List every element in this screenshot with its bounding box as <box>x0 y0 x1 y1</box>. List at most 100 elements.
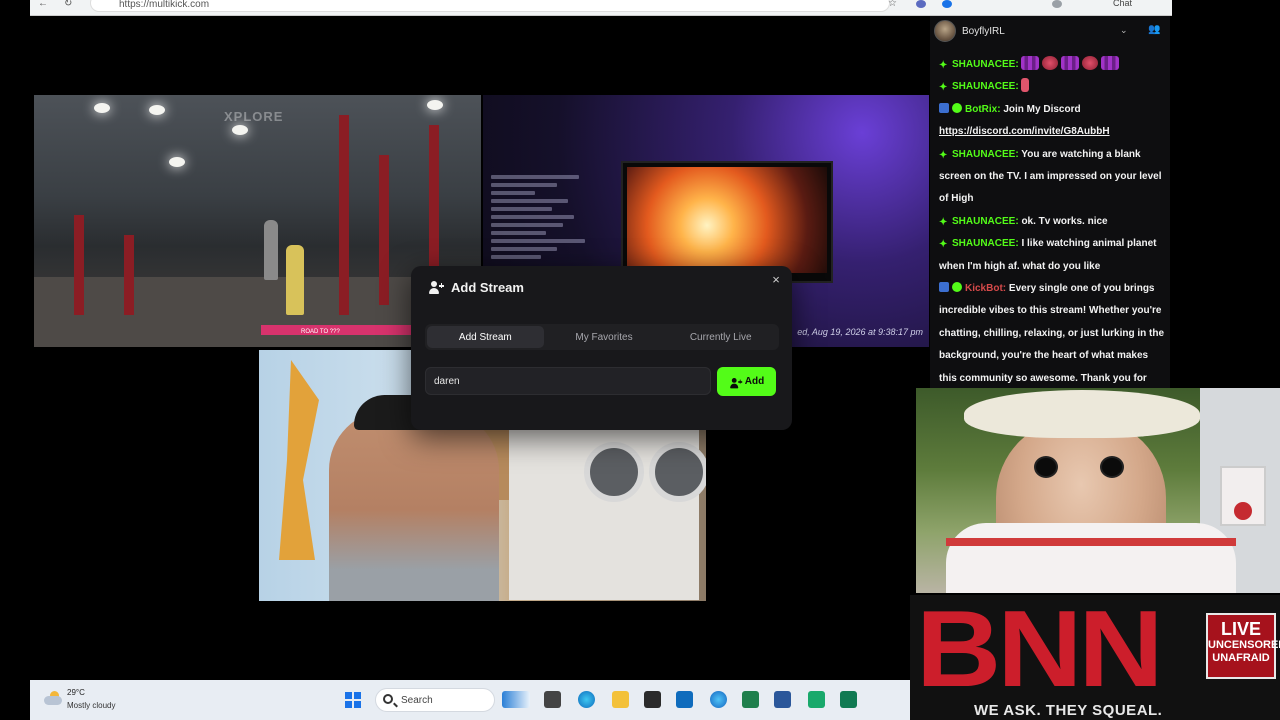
emote-icon <box>1042 56 1059 70</box>
avatar[interactable] <box>934 20 956 42</box>
app-icon[interactable] <box>840 691 857 708</box>
reload-icon[interactable]: ↻ <box>64 0 76 10</box>
chat-messages: ✦ SHAUNACEE: ✦ SHAUNACEE: BotRix: Join My … <box>939 54 1167 390</box>
chat-message: BotRix: Join My Discord <box>939 99 1167 121</box>
live-text: LIVE <box>1220 619 1261 639</box>
subscriber-badge-icon: ✦ <box>939 82 948 94</box>
chat-message: ✦ SHAUNACEE: <box>939 54 1167 76</box>
chat-username[interactable]: SHAUNACEE: <box>952 81 1019 92</box>
bookmark-star-icon[interactable]: ☆ <box>888 0 900 10</box>
chevron-down-icon[interactable]: ⌄ <box>1120 25 1128 36</box>
screen: ← ↻ https://multikick.com ☆ Chat XPLORE … <box>0 0 1280 720</box>
taskbar-search[interactable]: Search <box>375 688 495 712</box>
widget-icon[interactable] <box>502 691 530 708</box>
chat-text: Join My Discord <box>1003 103 1081 115</box>
subscriber-badge-icon: ✦ <box>939 60 948 71</box>
edge-icon[interactable] <box>578 691 595 708</box>
chat-username[interactable]: SHAUNACEE: <box>952 59 1019 70</box>
back-icon[interactable]: ← <box>38 0 50 10</box>
taskbar: 29°C Mostly cloudy Search <box>30 680 910 720</box>
bot-badge-icon <box>939 282 949 293</box>
tab-currently-live[interactable]: Currently Live <box>662 324 779 350</box>
extension-icon[interactable] <box>916 0 926 8</box>
tab-add-stream[interactable]: Add Stream <box>427 326 544 348</box>
tab-my-favorites[interactable]: My Favorites <box>546 324 663 350</box>
emote-icon <box>1101 56 1120 70</box>
chat-text: Every single one of you brings incredibl… <box>939 283 1165 384</box>
stream-timestamp: ed, Aug 19, 2026 at 9:38:17 pm <box>797 327 923 337</box>
add-button[interactable]: Add <box>717 367 776 396</box>
search-icon <box>383 694 393 704</box>
add-button-label: Add <box>744 376 765 387</box>
close-icon[interactable]: × <box>770 273 782 286</box>
emote-icon <box>1021 78 1030 93</box>
unafraid-text: UNAFRAID <box>1212 652 1270 664</box>
chat-message: ✦ SHAUNACEE: ok. Tv works. nice <box>939 211 1167 233</box>
chat-message: https://discord.com/invite/G8AubbH <box>939 121 1167 143</box>
modal-header: Add Stream <box>429 280 524 295</box>
app-icon[interactable] <box>808 691 825 708</box>
address-text: https://multikick.com <box>119 0 210 10</box>
ceiling-light <box>427 100 443 110</box>
uncensored-text: UNCENSORED <box>1208 639 1280 651</box>
ceiling-light <box>232 125 248 135</box>
user-plus-icon <box>729 377 742 388</box>
store-icon[interactable] <box>644 691 661 708</box>
chat-text: ok. Tv works. nice <box>1021 215 1108 227</box>
channel-name[interactable]: BoyflyIRL <box>962 26 1005 37</box>
weather-icon[interactable] <box>44 691 62 705</box>
add-stream-modal: Add Stream × Add Stream My Favorites Cur… <box>411 266 792 430</box>
profile-icon[interactable] <box>1052 0 1062 8</box>
emote-icon <box>1021 56 1040 70</box>
subscriber-badge-icon: ✦ <box>939 239 948 251</box>
browser-toolbar: ← ↻ https://multikick.com ☆ Chat <box>30 0 1172 16</box>
modal-title: Add Stream <box>451 280 524 295</box>
chat-message: ✦ SHAUNACEE: You are watching a blank scr… <box>939 144 1167 211</box>
task-view-icon[interactable] <box>544 691 561 708</box>
word-icon[interactable] <box>774 691 791 708</box>
ceiling-light <box>94 103 110 113</box>
bnn-banner: BNN LIVE UNCENSORED UNAFRAID WE ASK. THE… <box>910 595 1280 720</box>
chat-message: ✦ SHAUNACEE: I like watching animal plane… <box>939 233 1167 278</box>
chat-link[interactable]: https://discord.com/invite/G8AubbH <box>939 126 1110 137</box>
chat-header: BoyflyIRL <box>930 16 1170 46</box>
chat-username[interactable]: BotRix: <box>965 104 1001 115</box>
gym-person <box>286 245 304 315</box>
chat-username[interactable]: SHAUNACEE: <box>952 149 1019 160</box>
users-icon[interactable]: 👥 <box>1148 24 1162 36</box>
bot-badge-icon <box>939 102 949 113</box>
weather-temp[interactable]: 29°C <box>67 688 85 697</box>
weather-condition[interactable]: Mostly cloudy <box>67 701 115 710</box>
start-icon[interactable] <box>345 692 361 708</box>
wall-decoration <box>279 360 319 560</box>
edge-beta-icon[interactable] <box>710 691 727 708</box>
gym-person <box>264 220 278 280</box>
chat-username[interactable]: KickBot: <box>965 283 1006 294</box>
weight-rack <box>379 155 389 305</box>
chat-message: ✦ SHAUNACEE: <box>939 76 1167 98</box>
weight-rack <box>74 215 84 315</box>
outlook-icon[interactable] <box>676 691 693 708</box>
emote-icon <box>1061 56 1080 70</box>
location-icon[interactable] <box>942 0 952 8</box>
stream-chat-overlay <box>491 175 601 263</box>
copilot-chat-button[interactable]: Chat <box>1113 0 1132 8</box>
streamer <box>329 410 499 601</box>
excel-icon[interactable] <box>742 691 759 708</box>
webcam-overlay <box>916 388 1280 593</box>
verified-badge-icon <box>952 102 962 113</box>
stream-name-input[interactable] <box>425 367 711 395</box>
ceiling-light <box>149 105 165 115</box>
weight-rack <box>124 235 134 315</box>
file-explorer-icon[interactable] <box>612 691 629 708</box>
bucket-hat <box>964 390 1200 438</box>
stream-overlay-logo: XPLORE <box>224 109 284 124</box>
chat-username[interactable]: SHAUNACEE: <box>952 238 1019 249</box>
address-bar[interactable]: https://multikick.com <box>90 0 890 12</box>
bnn-tagline: WE ASK. THEY SQUEAL. <box>974 702 1163 719</box>
sign <box>1220 466 1266 526</box>
washing-machine <box>584 442 644 502</box>
chat-panel: BoyflyIRL ⌄ 👥 ✦ SHAUNACEE: ✦ SHAUNACEE: Bo… <box>930 16 1170 388</box>
search-label: Search <box>401 695 433 706</box>
chat-username[interactable]: SHAUNACEE: <box>952 216 1019 227</box>
